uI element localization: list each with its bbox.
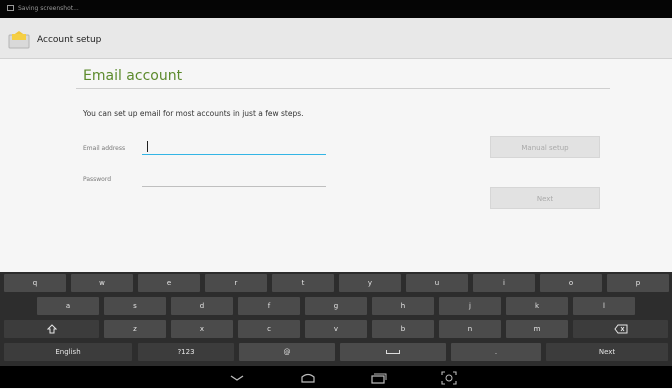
next-button[interactable]: Next [490, 187, 600, 209]
key-i[interactable]: i [473, 274, 535, 292]
action-bar: Account setup [0, 18, 672, 59]
status-notification: Saving screenshot... [18, 5, 79, 12]
backspace-key[interactable] [573, 320, 668, 338]
manual-setup-button[interactable]: Manual setup [490, 136, 600, 158]
key-c[interactable]: c [238, 320, 300, 338]
recent-apps-button[interactable] [366, 370, 390, 384]
home-button[interactable] [296, 370, 320, 384]
home-icon [301, 373, 315, 383]
space-bar-icon [386, 350, 400, 354]
key-n[interactable]: n [439, 320, 501, 338]
password-field[interactable] [142, 174, 326, 187]
key-p[interactable]: p [607, 274, 669, 292]
key-h[interactable]: h [372, 297, 434, 315]
backspace-icon [613, 324, 627, 334]
action-bar-title: Account setup [37, 35, 102, 45]
key-u[interactable]: u [406, 274, 468, 292]
key-f[interactable]: f [238, 297, 300, 315]
key-z[interactable]: z [104, 320, 166, 338]
key-j[interactable]: j [439, 297, 501, 315]
text-cursor [147, 141, 148, 152]
key-m[interactable]: m [506, 320, 568, 338]
screenshot-capture-icon [441, 371, 457, 385]
page-title: Email account [83, 68, 183, 84]
key-q[interactable]: q [4, 274, 66, 292]
title-divider [76, 88, 610, 89]
key-e[interactable]: e [138, 274, 200, 292]
key-b[interactable]: b [372, 320, 434, 338]
key-s[interactable]: s [104, 297, 166, 315]
key-l[interactable]: l [573, 297, 635, 315]
email-app-icon[interactable] [8, 31, 30, 49]
email-field[interactable] [142, 142, 326, 155]
email-setup-form: Email account You can set up email for m… [0, 59, 672, 272]
next-key[interactable]: Next [546, 343, 668, 361]
key-a[interactable]: a [37, 297, 99, 315]
at-key[interactable]: @ [239, 343, 335, 361]
status-bar: Saving screenshot... [0, 0, 672, 18]
key-d[interactable]: d [171, 297, 233, 315]
key-x[interactable]: x [171, 320, 233, 338]
period-key[interactable]: . [451, 343, 541, 361]
key-y[interactable]: y [339, 274, 401, 292]
screenshot-button[interactable] [437, 370, 461, 385]
key-k[interactable]: k [506, 297, 568, 315]
key-t[interactable]: t [272, 274, 334, 292]
navigation-bar [0, 366, 672, 388]
soft-keyboard: q w e r t y u i o p a s d f g h j k l z … [0, 272, 672, 366]
key-w[interactable]: w [71, 274, 133, 292]
intro-text: You can set up email for most accounts i… [83, 109, 304, 118]
chevron-down-icon [230, 375, 244, 381]
shift-key[interactable] [4, 320, 99, 338]
screenshot-icon [7, 5, 14, 11]
space-key[interactable] [340, 343, 446, 361]
recent-apps-icon [371, 373, 387, 384]
email-label: Email address [83, 145, 126, 152]
key-r[interactable]: r [205, 274, 267, 292]
shift-icon [46, 324, 57, 334]
key-o[interactable]: o [540, 274, 602, 292]
key-g[interactable]: g [305, 297, 367, 315]
password-label: Password [83, 176, 112, 183]
key-v[interactable]: v [305, 320, 367, 338]
language-key[interactable]: English [4, 343, 132, 361]
symbols-key[interactable]: ?123 [138, 343, 234, 361]
back-button[interactable] [225, 370, 249, 384]
